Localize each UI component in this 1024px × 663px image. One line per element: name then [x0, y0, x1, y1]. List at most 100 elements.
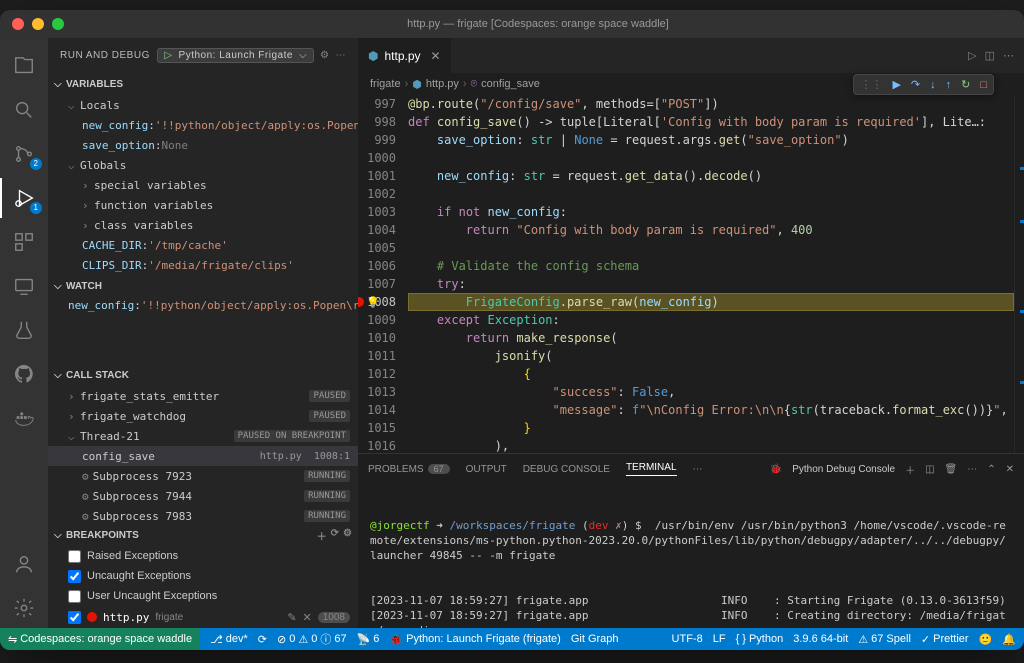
- step-into-button[interactable]: ↓: [930, 79, 936, 91]
- python-file-icon: ⬢: [368, 49, 378, 63]
- toggle-breakpoints-icon[interactable]: ⟳: [331, 528, 339, 543]
- variable-row[interactable]: CLIPS_DIR: '/media/frigate/clips': [48, 255, 358, 275]
- callstack-row[interactable]: ⚙Subprocess 7983RUNNING: [48, 506, 358, 524]
- callstack-row[interactable]: ⌵Thread-21PAUSED ON BREAKPOINT: [48, 426, 358, 446]
- github-icon[interactable]: [0, 354, 48, 394]
- debug-icon[interactable]: 1: [0, 178, 48, 218]
- eol[interactable]: LF: [713, 633, 726, 645]
- git-branch[interactable]: ⎇ dev*: [210, 633, 248, 646]
- split-terminal-icon[interactable]: ◫: [925, 464, 934, 475]
- step-out-button[interactable]: ↑: [946, 79, 952, 91]
- callstack-row[interactable]: ›frigate_watchdogPAUSED: [48, 406, 358, 426]
- stop-button[interactable]: □: [980, 79, 987, 91]
- split-editor-icon[interactable]: ◫: [985, 49, 995, 62]
- gear-icon[interactable]: ⚙: [320, 50, 329, 61]
- restart-button[interactable]: ↻: [961, 78, 970, 91]
- variable-row[interactable]: save_option: None: [48, 135, 358, 155]
- minimize-window[interactable]: [32, 18, 44, 30]
- notifications-icon[interactable]: 🔔: [1002, 633, 1016, 646]
- terminal-name[interactable]: Python Debug Console: [792, 464, 895, 475]
- extensions-icon[interactable]: [0, 222, 48, 262]
- search-icon[interactable]: [0, 90, 48, 130]
- breakpoint-file[interactable]: http.py frigate ✎✕1008: [48, 606, 358, 628]
- close-tab-icon[interactable]: ✕: [431, 49, 441, 63]
- breakpoint-dot-icon: [87, 612, 97, 622]
- callstack-section[interactable]: ⌵CALL STACK: [48, 364, 358, 386]
- settings-icon[interactable]: [0, 588, 48, 628]
- ports-status[interactable]: 📡 6: [357, 633, 380, 646]
- feedback-icon[interactable]: 🙂: [979, 633, 993, 646]
- tab-terminal[interactable]: TERMINAL: [626, 462, 677, 476]
- callstack-row[interactable]: ⚙Subprocess 7923RUNNING: [48, 466, 358, 486]
- remote-explorer-icon[interactable]: [0, 266, 48, 306]
- new-terminal-icon[interactable]: ＋: [905, 462, 915, 477]
- watch-expression[interactable]: new_config: '!!python/object/apply:os.Po…: [48, 297, 358, 314]
- spell-check[interactable]: ⚠ 67 Spell: [858, 633, 911, 646]
- grip-icon[interactable]: ⋮⋮: [860, 78, 882, 91]
- tab-problems[interactable]: PROBLEMS 67: [368, 464, 450, 475]
- debug-toolbar[interactable]: ⋮⋮ ▶ ↷ ↓ ↑ ↻ □: [853, 74, 994, 95]
- sidebar-header: RUN AND DEBUG ▷ Python: Launch Frigate ⌵…: [48, 38, 358, 73]
- breakpoints-section[interactable]: ⌵BREAKPOINTS ＋⟳⚙: [48, 524, 358, 546]
- callstack-row[interactable]: ⚙Subprocess 7944RUNNING: [48, 486, 358, 506]
- language-mode[interactable]: { } Python: [736, 633, 784, 645]
- variables-section[interactable]: ⌵VARIABLES: [48, 73, 358, 95]
- encoding[interactable]: UTF-8: [672, 633, 703, 645]
- debug-sidebar: RUN AND DEBUG ▷ Python: Launch Frigate ⌵…: [48, 38, 358, 628]
- prettier-status[interactable]: ✓ Prettier: [921, 633, 969, 646]
- close-panel-icon[interactable]: ✕: [1006, 464, 1014, 475]
- variable-row[interactable]: ›class variables: [48, 215, 358, 235]
- git-graph[interactable]: Git Graph: [571, 633, 619, 645]
- more-icon[interactable]: ⋯: [693, 464, 703, 475]
- maximize-window[interactable]: [52, 18, 64, 30]
- explorer-icon[interactable]: [0, 46, 48, 86]
- variable-row[interactable]: CACHE_DIR: '/tmp/cache': [48, 235, 358, 255]
- titlebar: http.py — frigate [Codespaces: orange sp…: [0, 10, 1024, 38]
- problems-status[interactable]: ⊘ 0 ⚠ 0 ⓘ 67: [277, 631, 347, 647]
- continue-button[interactable]: ▶: [892, 78, 900, 91]
- sidebar-title: RUN AND DEBUG: [60, 50, 150, 61]
- account-icon[interactable]: [0, 544, 48, 584]
- tab-output[interactable]: OUTPUT: [466, 464, 507, 475]
- remote-indicator[interactable]: ⇋ Codespaces: orange space waddle: [0, 628, 200, 650]
- docker-icon[interactable]: [0, 398, 48, 438]
- callstack-row[interactable]: config_savehttp.py 1008:1: [48, 446, 358, 466]
- panel-tabs: PROBLEMS 67 OUTPUT DEBUG CONSOLE TERMINA…: [358, 454, 1024, 484]
- terminal[interactable]: @jorgectf ➜ /workspaces/frigate (dev ✗) …: [358, 484, 1024, 628]
- watch-section[interactable]: ⌵WATCH: [48, 275, 358, 297]
- more-icon[interactable]: ⋯: [1003, 49, 1014, 62]
- variable-row[interactable]: new_config: '!!python/object/apply:os.Po…: [48, 115, 358, 135]
- close-icon[interactable]: ✕: [303, 611, 312, 624]
- tab-debug-console[interactable]: DEBUG CONSOLE: [523, 464, 610, 475]
- testing-icon[interactable]: [0, 310, 48, 350]
- variable-row[interactable]: ›special variables: [48, 175, 358, 195]
- debug-badge: 1: [30, 202, 42, 214]
- variable-row[interactable]: ›function variables: [48, 195, 358, 215]
- sync-icon[interactable]: ⟳: [258, 633, 267, 646]
- minimap[interactable]: [1014, 95, 1024, 453]
- add-breakpoint-icon[interactable]: ＋: [317, 528, 327, 543]
- locals-scope[interactable]: ⌵Locals: [48, 95, 358, 115]
- window-title: http.py — frigate [Codespaces: orange sp…: [64, 18, 1012, 30]
- more-icon[interactable]: ⋯: [336, 50, 347, 61]
- maximize-panel-icon[interactable]: ⌃: [987, 464, 995, 475]
- python-interpreter[interactable]: 3.9.6 64-bit: [793, 633, 848, 645]
- launch-config-select[interactable]: ▷ Python: Launch Frigate ⌵: [157, 48, 314, 63]
- debug-launch-status[interactable]: 🐞 Python: Launch Frigate (frigate): [389, 633, 560, 646]
- editor-tabs: ⬢ http.py ✕ ▷ ◫ ⋯: [358, 38, 1024, 73]
- more-icon[interactable]: ⋯: [967, 464, 977, 475]
- breakpoint-uncaught[interactable]: Uncaught Exceptions: [48, 566, 358, 586]
- code-editor[interactable]: 9979989991000100110021003100410051006100…: [358, 95, 1024, 453]
- breakpoint-raised[interactable]: Raised Exceptions: [48, 546, 358, 566]
- trash-icon[interactable]: 🗑: [945, 464, 958, 475]
- run-icon[interactable]: ▷: [968, 49, 976, 62]
- step-over-button[interactable]: ↷: [911, 78, 920, 91]
- scm-icon[interactable]: 2: [0, 134, 48, 174]
- callstack-row[interactable]: ›frigate_stats_emitterPAUSED: [48, 386, 358, 406]
- globals-scope[interactable]: ⌵Globals: [48, 155, 358, 175]
- close-window[interactable]: [12, 18, 24, 30]
- breakpoint-user-uncaught[interactable]: User Uncaught Exceptions: [48, 586, 358, 606]
- gear-icon[interactable]: ⚙: [343, 528, 352, 543]
- edit-icon[interactable]: ✎: [287, 611, 296, 624]
- editor-tab[interactable]: ⬢ http.py ✕: [358, 38, 452, 73]
